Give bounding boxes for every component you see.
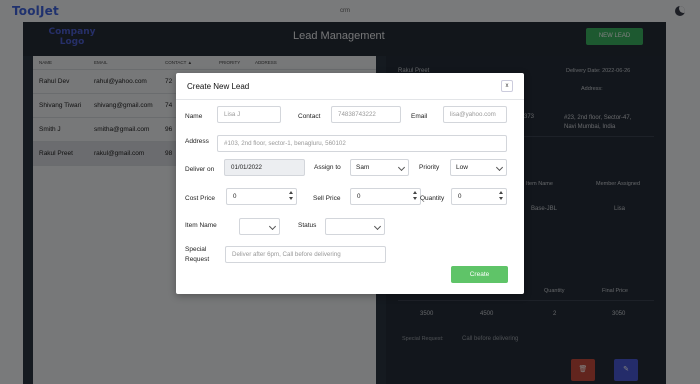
contact-input[interactable]: 74838743222 <box>331 106 401 123</box>
assign-to-value: Sam <box>356 164 370 171</box>
special-request-input[interactable]: Deliver after 6pm, Call before deliverin… <box>225 246 386 263</box>
modal-title: Create New Lead <box>187 82 250 91</box>
status-select[interactable] <box>325 218 385 235</box>
priority-label: Priority <box>419 164 440 171</box>
contact-label: Contact <box>298 113 321 120</box>
cost-price-label: Cost Price <box>185 195 215 202</box>
priority-value: Low <box>456 164 468 171</box>
status-label: Status <box>298 222 317 229</box>
address-input[interactable]: #103, 2nd floor, sector-1, benagluru, 56… <box>217 135 507 152</box>
stepper-icon[interactable] <box>499 191 504 202</box>
chevron-down-icon <box>495 163 504 172</box>
create-button[interactable]: Create <box>451 266 508 283</box>
stepper-icon[interactable] <box>289 191 294 202</box>
priority-select[interactable]: Low <box>450 159 507 176</box>
name-label: Name <box>185 113 203 120</box>
divider <box>176 99 524 100</box>
quantity-value: 0 <box>458 193 462 200</box>
close-button[interactable]: x <box>501 80 513 92</box>
deliver-on-date-input[interactable]: 01/01/2022 <box>224 159 305 176</box>
chevron-down-icon <box>373 222 382 231</box>
assign-to-label: Assign to <box>314 164 341 171</box>
create-lead-modal: Create New Lead x Name Lisa J Contact 74… <box>176 73 524 294</box>
quantity-input[interactable]: 0 <box>451 188 507 205</box>
name-input[interactable]: Lisa J <box>217 106 281 123</box>
item-name-select[interactable] <box>239 218 280 235</box>
quantity-label: Quantity <box>420 195 445 202</box>
email-label: Email <box>411 113 428 120</box>
chevron-down-icon <box>268 222 277 231</box>
assign-to-select[interactable]: Sam <box>350 159 409 176</box>
chevron-down-icon <box>397 163 406 172</box>
stepper-icon[interactable] <box>413 191 418 202</box>
item-name-label: Item Name <box>185 222 217 229</box>
deliver-on-label: Deliver on <box>185 166 215 173</box>
address-label: Address <box>185 138 209 145</box>
email-input[interactable]: lisa@yahoo.com <box>443 106 507 123</box>
sell-price-value: 0 <box>357 193 361 200</box>
cost-price-value: 0 <box>233 193 237 200</box>
sell-price-label: Sell Price <box>313 195 341 202</box>
sell-price-input[interactable]: 0 <box>350 188 421 205</box>
special-request-label: Special Request <box>185 246 210 263</box>
cost-price-input[interactable]: 0 <box>226 188 297 205</box>
